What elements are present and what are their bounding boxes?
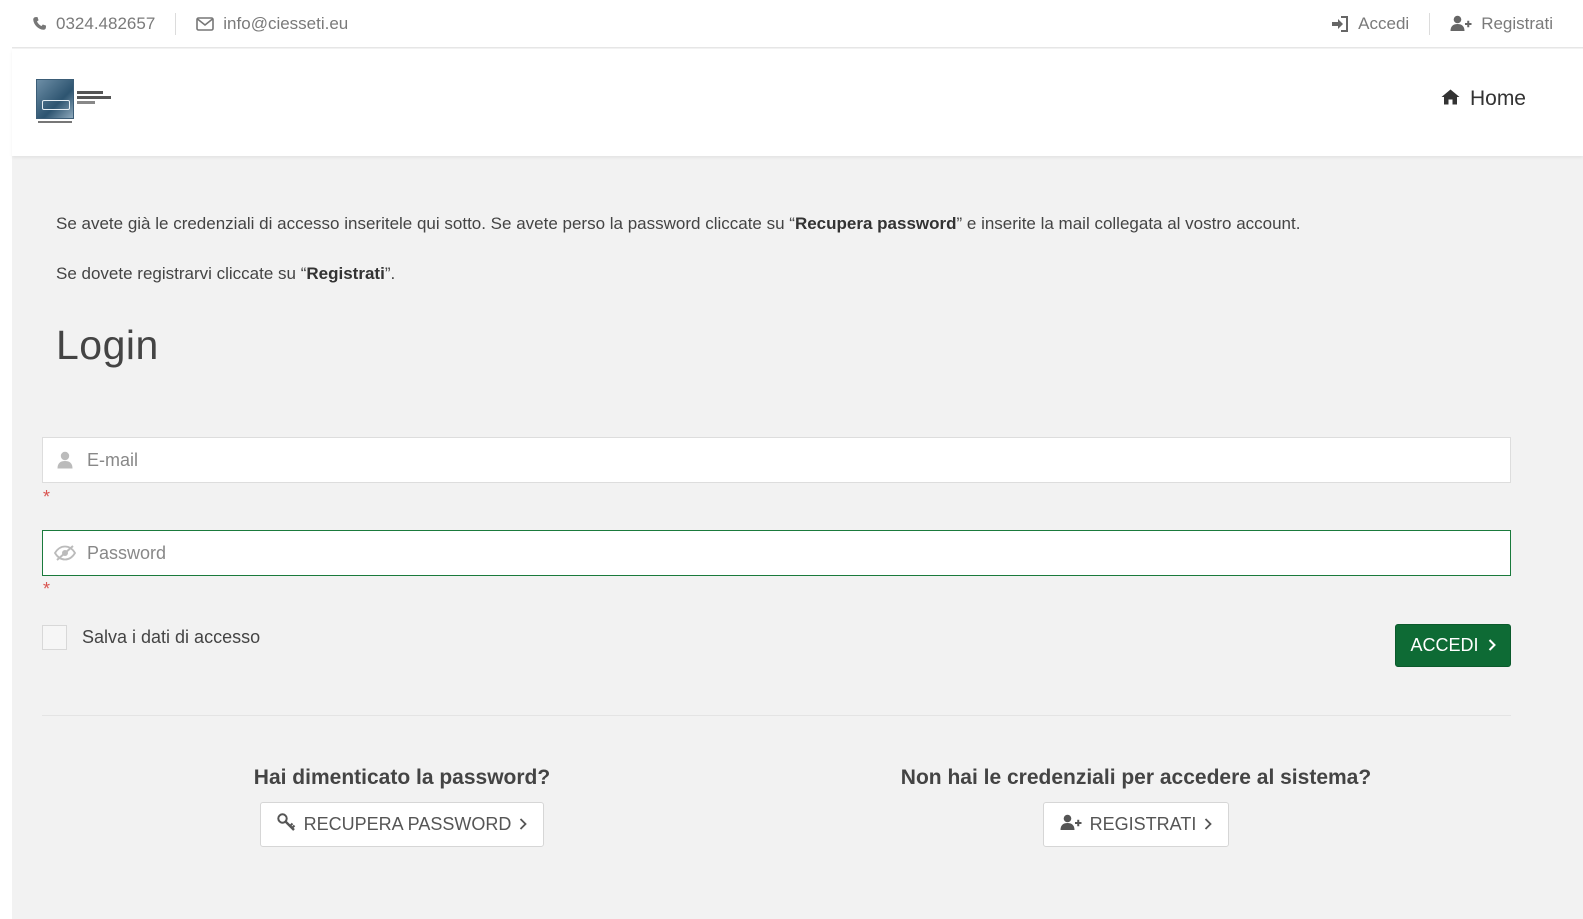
main-content: Se avete già le credenziali di accesso i… — [12, 156, 1583, 919]
sign-in-icon — [1331, 15, 1349, 32]
intro-text: Se avete già le credenziali di accesso i… — [56, 214, 795, 233]
email-address: info@ciesseti.eu — [223, 13, 349, 33]
intro-text: Se dovete registrarvi cliccate su “ — [56, 264, 307, 283]
required-mark: * — [43, 579, 51, 599]
login-link[interactable]: Accedi — [1331, 14, 1409, 34]
email-input[interactable] — [87, 438, 1510, 482]
chevron-right-icon — [1488, 635, 1496, 656]
intro-paragraph-2: Se dovete registrarvi cliccate su “Regis… — [56, 262, 1506, 286]
intro-bold-register: Registrati — [306, 264, 385, 283]
recover-password-label: RECUPERA PASSWORD — [303, 814, 512, 834]
account-links: Accedi Registrati — [1331, 0, 1583, 47]
remember-label: Salva i dati di accesso — [82, 627, 261, 647]
logo-text-lines — [77, 91, 111, 106]
intro-text: ”. — [384, 264, 396, 283]
required-mark: * — [43, 487, 51, 507]
phone-number: 0324.482657 — [56, 13, 156, 33]
user-icon — [43, 451, 87, 469]
register-section: Non hai le credenziali per accedere al s… — [842, 766, 1430, 847]
register-link-label: Registrati — [1481, 13, 1553, 33]
password-input[interactable] — [87, 531, 1510, 575]
submit-login-label: ACCEDI — [1410, 635, 1479, 655]
email-field[interactable] — [42, 437, 1511, 483]
logo-underline — [38, 121, 72, 123]
register-link[interactable]: Registrati — [1450, 14, 1553, 34]
key-icon — [276, 813, 296, 836]
section-divider — [42, 715, 1511, 716]
password-field[interactable] — [42, 530, 1511, 576]
user-plus-icon — [1060, 814, 1082, 836]
register-title: Non hai le credenziali per accedere al s… — [900, 766, 1372, 789]
nav-home-label: Home — [1469, 87, 1526, 110]
page: 0324.482657 info@ciesseti.eu Accedi Regi… — [12, 0, 1583, 919]
site-logo[interactable] — [36, 79, 120, 125]
remember-credentials[interactable]: Salva i dati di accesso — [42, 625, 260, 650]
page-title: Login — [56, 322, 159, 368]
intro-text: ” e inserite la mail collegata al vostro… — [956, 214, 1301, 233]
topbar-separator — [1429, 12, 1431, 35]
phone-icon — [32, 16, 47, 31]
remember-checkbox[interactable] — [42, 625, 67, 650]
site-header: Home — [12, 49, 1583, 156]
envelope-icon — [196, 16, 215, 31]
register-button[interactable]: REGISTRATI — [1042, 802, 1230, 847]
chevron-right-icon — [1204, 814, 1213, 835]
forgot-password-section: Hai dimenticato la password? RECUPERA PA… — [212, 766, 592, 847]
logo-mark — [36, 79, 74, 119]
register-button-label: REGISTRATI — [1089, 814, 1197, 834]
user-plus-icon — [1450, 15, 1472, 32]
intro-paragraph-1: Se avete già le credenziali di accesso i… — [56, 212, 1506, 236]
home-icon — [1441, 87, 1460, 111]
forgot-password-title: Hai dimenticato la password? — [253, 766, 551, 789]
login-link-label: Accedi — [1358, 13, 1410, 33]
recover-password-button[interactable]: RECUPERA PASSWORD — [259, 802, 545, 847]
submit-login-button[interactable]: ACCEDI — [1395, 624, 1511, 667]
chevron-right-icon — [519, 814, 528, 835]
top-bar: 0324.482657 info@ciesseti.eu Accedi Regi… — [12, 0, 1583, 48]
phone-contact[interactable]: 0324.482657 — [32, 14, 155, 34]
topbar-separator — [175, 12, 177, 35]
nav-home[interactable]: Home — [1441, 87, 1526, 111]
intro-bold-recover: Recupera password — [794, 214, 957, 233]
email-contact[interactable]: info@ciesseti.eu — [196, 14, 348, 34]
contact-info: 0324.482657 info@ciesseti.eu — [12, 0, 348, 47]
eye-slash-icon[interactable] — [43, 545, 87, 561]
